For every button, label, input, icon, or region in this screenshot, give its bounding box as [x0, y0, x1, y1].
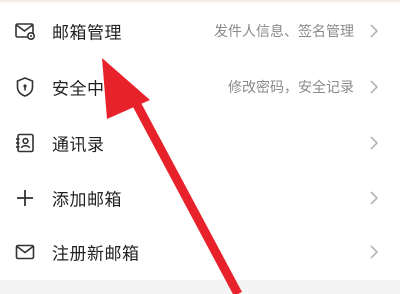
menu-item-contacts[interactable]: 通讯录 [0, 115, 400, 171]
contacts-icon [14, 132, 36, 154]
settings-screen: 邮箱管理 发件人信息、签名管理 安全中心 修改密码，安全记录 通讯录 添加邮箱 … [0, 0, 400, 294]
plus-icon [14, 187, 36, 209]
mail-icon [14, 241, 36, 263]
chevron-right-icon [368, 135, 380, 151]
mail-settings-icon [14, 20, 36, 42]
menu-item-label: 通讯录 [52, 135, 105, 156]
chevron-right-icon [368, 190, 380, 206]
menu-item-security-center[interactable]: 安全中心 修改密码，安全记录 [0, 59, 400, 115]
chevron-right-icon [368, 79, 380, 95]
menu-item-description: 发件人信息、签名管理 [214, 24, 354, 40]
chevron-right-icon [368, 23, 380, 39]
menu-item-mailbox-management[interactable]: 邮箱管理 发件人信息、签名管理 [0, 3, 400, 59]
section-divider [0, 280, 400, 294]
menu-item-register-new-mailbox[interactable]: 注册新邮箱 [0, 224, 400, 280]
menu-item-label: 添加邮箱 [52, 190, 122, 211]
chevron-right-icon [368, 244, 380, 260]
menu-item-label: 邮箱管理 [52, 23, 122, 44]
menu-item-description: 修改密码，安全记录 [228, 80, 354, 96]
menu-item-label: 注册新邮箱 [52, 244, 140, 265]
menu-item-label: 安全中心 [52, 79, 122, 100]
menu-item-add-mailbox[interactable]: 添加邮箱 [0, 170, 400, 226]
shield-lock-icon [14, 76, 36, 98]
